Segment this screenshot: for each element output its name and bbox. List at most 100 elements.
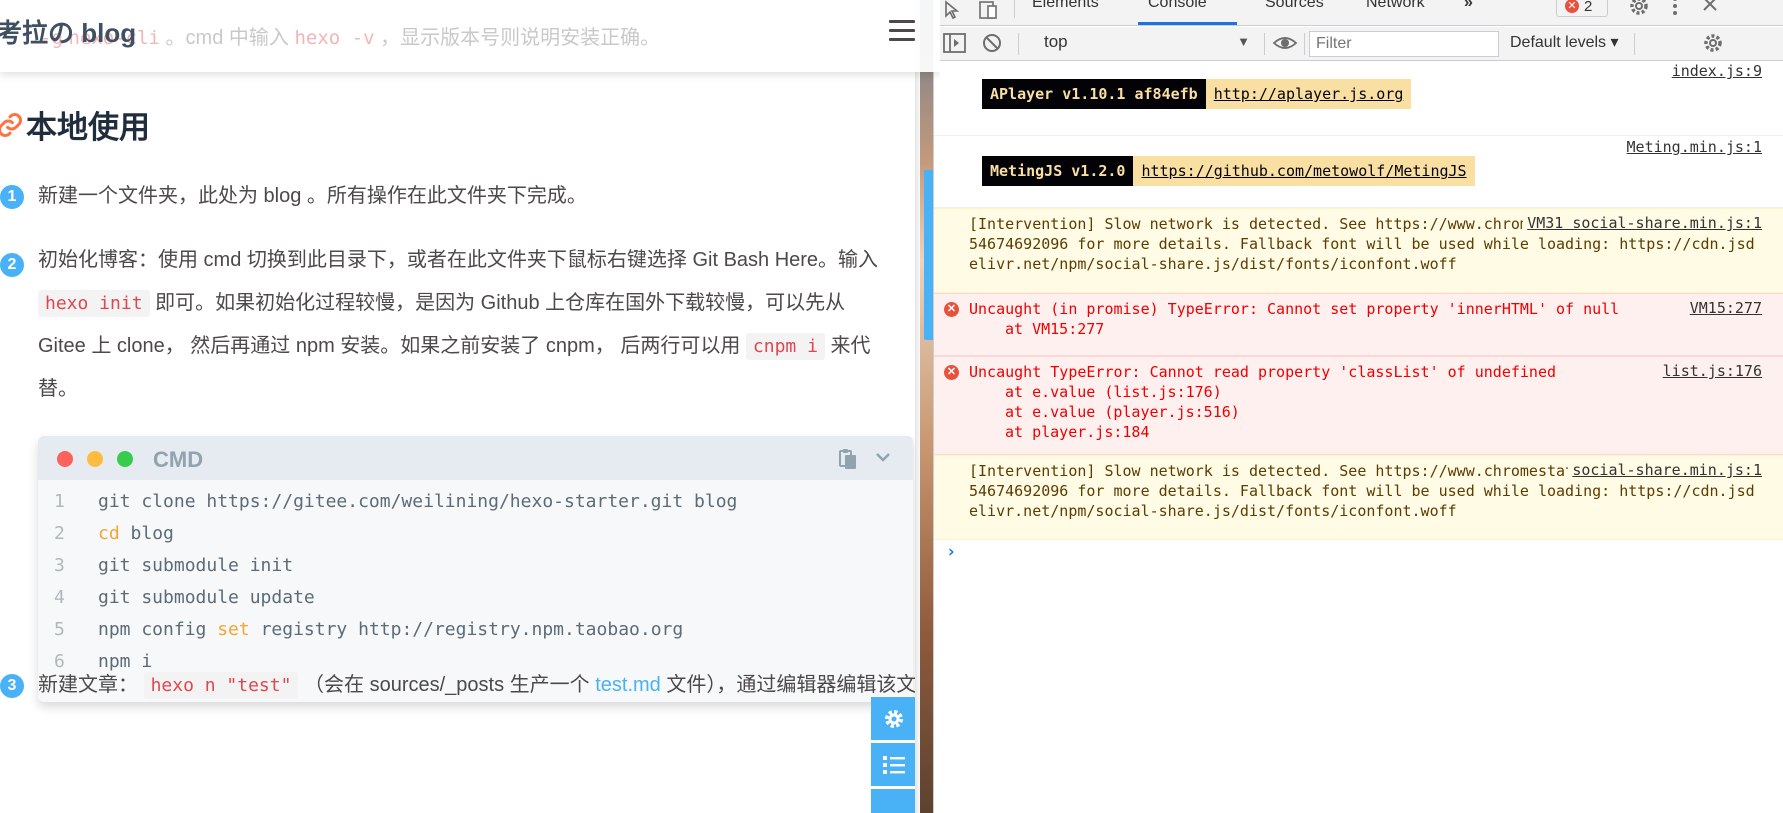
code-segment: npm config [98, 619, 218, 640]
dropdown-arrow-icon: ▼ [1237, 34, 1250, 49]
step3-text-3: 文件），通过编辑器编辑该文件即可。 [666, 674, 940, 696]
code-line: 5 npm config set registry http://registry… [38, 614, 913, 646]
clear-console-icon[interactable] [980, 32, 1006, 56]
tab-network[interactable]: Network [1366, 0, 1425, 12]
more-tabs-chevron-icon[interactable]: » [1464, 0, 1473, 12]
step2-text-1: 初始化博客：使用 cmd 切换到此目录下，或者在此文件夹下鼠标右键选择 Git … [38, 249, 879, 271]
line-number: 3 [54, 555, 65, 576]
aplayer-version: APlayer v1.10.1 af84efb [982, 79, 1206, 109]
code-block: CMD 1 git clone https://gitee.com/weilini… [38, 436, 913, 702]
close-dot-icon [57, 451, 73, 467]
copy-icon[interactable] [839, 448, 857, 470]
gear-icon [884, 709, 903, 728]
code-keyword: set [217, 619, 250, 640]
line-number: 2 [54, 523, 65, 544]
code-text: git submodule init [98, 550, 293, 582]
code-line: 4 git submodule update [38, 582, 913, 614]
console-toolbar: top ▼ Default levels ▾ [934, 27, 1783, 61]
stack-frame[interactable]: at player.js:184 [969, 423, 1150, 441]
blog-page: -g hexo-cli 。cmd 中输入 hexo -v ，显示版本号则说明安装… [0, 0, 940, 813]
more-options-icon[interactable] [1662, 0, 1688, 20]
code-segment: git clone https://gitee.com/weilining/he… [98, 491, 738, 512]
live-expression-eye-icon[interactable] [1272, 32, 1298, 56]
stack-frame[interactable]: at e.value (player.js:516) [969, 403, 1240, 421]
section-heading: 本地使用 [0, 102, 150, 147]
separator [1014, 0, 1015, 18]
code-language-label: CMD [153, 447, 204, 472]
settings-button[interactable] [871, 697, 916, 740]
console-prompt-icon[interactable]: › [946, 542, 956, 562]
console-message-meting: Meting.min.js:1 MetingJS v1.2.0 https://… [934, 136, 1783, 208]
console-warning-1: [Intervention] Slow network is detected.… [934, 208, 1783, 293]
code-segment: blog [119, 523, 174, 544]
context-select[interactable]: top ▼ [1040, 32, 1258, 56]
settings-gear-icon[interactable] [1626, 0, 1652, 20]
error-icon: ✕ [1565, 0, 1579, 13]
tab-elements[interactable]: Elements [1032, 0, 1099, 12]
message-source-link[interactable]: Meting.min.js:1 [1627, 138, 1762, 156]
test-md-link[interactable]: test.md [595, 674, 661, 696]
code-text: cd blog [98, 518, 174, 550]
stack-frame[interactable]: at e.value (list.js:176) [969, 383, 1222, 401]
faded-code-hexo-v: hexo -v [294, 27, 375, 49]
message-source-link[interactable]: index.js:9 [1672, 62, 1762, 80]
faded-text-suffix: ，显示版本号则说明安装正确。 [380, 27, 661, 49]
console-message-aplayer: index.js:9 APlayer v1.10.1 af84efb http:… [934, 62, 1783, 136]
message-source-link[interactable]: VM31 social-share.min.js:1 [1523, 214, 1762, 232]
separator [1634, 33, 1635, 55]
message-source-link[interactable]: VM15:277 [1685, 299, 1762, 317]
code-line: 1 git clone https://gitee.com/weilining/h… [38, 486, 913, 518]
chevron-down-icon[interactable] [874, 449, 892, 465]
faded-text-mid: 。cmd 中输入 [165, 27, 289, 49]
log-levels-dropdown[interactable]: Default levels ▾ [1510, 32, 1619, 52]
tab-sources[interactable]: Sources [1265, 0, 1324, 12]
message-source-link[interactable]: list.js:176 [1658, 362, 1762, 380]
tab-console[interactable]: Console [1148, 0, 1207, 12]
separator [1304, 33, 1305, 55]
error-body: Uncaught TypeError: Cannot read property… [969, 362, 1759, 442]
step-text: 新建一个文件夹，此处为 blog 。所有操作在此文件夹下完成。 [38, 185, 587, 207]
error-icon: ✕ [944, 302, 959, 317]
section-title: 本地使用 [26, 110, 150, 145]
console-filter-input[interactable] [1309, 31, 1499, 57]
error-text: Uncaught (in promise) TypeError: Cannot … [969, 300, 1620, 318]
site-title[interactable]: 考拉の blog [0, 13, 136, 50]
error-body: Uncaught (in promise) TypeError: Cannot … [969, 299, 1759, 339]
code-segment: registry http://registry.npm.taobao.org [249, 619, 684, 640]
devtools-tab-bar: Elements Console Sources Network » ✕ 2 [934, 0, 1783, 26]
message-source-link[interactable]: social-share.min.js:1 [1568, 461, 1762, 479]
code-line: 3 git submodule init [38, 550, 913, 582]
code-text: git submodule update [98, 582, 315, 614]
error-count: 2 [1584, 0, 1593, 15]
inspect-element-icon[interactable] [942, 0, 968, 24]
aplayer-banner: APlayer v1.10.1 af84efb http://aplayer.j… [982, 79, 1412, 109]
close-icon[interactable] [1698, 0, 1724, 20]
line-number: 5 [54, 619, 65, 640]
blog-header: -g hexo-cli 。cmd 中输入 hexo -v ，显示版本号则说明安装… [0, 0, 940, 72]
code-segment: git submodule update [98, 587, 315, 608]
scroll-button[interactable] [871, 789, 916, 813]
console-settings-gear-icon[interactable] [1700, 32, 1726, 56]
hamburger-menu-icon[interactable] [889, 20, 915, 42]
console-warning-2: [Intervention] Slow network is detected.… [934, 455, 1783, 540]
code-keyword: cd [98, 523, 120, 544]
meting-url[interactable]: https://github.com/metowolf/MetingJS [1133, 156, 1475, 186]
step-number: 2 [0, 253, 24, 277]
code-line: 2 cd blog [38, 518, 913, 550]
device-toolbar-icon[interactable] [976, 0, 1002, 24]
list-icon [882, 755, 905, 774]
devtools-panel: Elements Console Sources Network » ✕ 2 t… [933, 0, 1783, 813]
error-icon: ✕ [944, 365, 959, 380]
meting-banner: MetingJS v1.2.0 https://github.com/metow… [982, 156, 1475, 186]
show-sidebar-icon[interactable] [942, 32, 968, 56]
separator [1264, 33, 1265, 55]
toc-button[interactable] [871, 743, 916, 786]
active-tab-indicator [1138, 22, 1237, 25]
inline-code-hexo-new: hexo n "test" [143, 672, 299, 699]
console-error-1: ✕ Uncaught (in promise) TypeError: Canno… [934, 293, 1783, 356]
error-count-badge[interactable]: ✕ 2 [1556, 0, 1608, 17]
step-number: 1 [0, 185, 24, 209]
stack-frame[interactable]: at VM15:277 [969, 320, 1104, 338]
aplayer-url[interactable]: http://aplayer.js.org [1205, 79, 1412, 109]
step3-text-2: （会在 sources/_posts 生产一个 [304, 674, 590, 696]
